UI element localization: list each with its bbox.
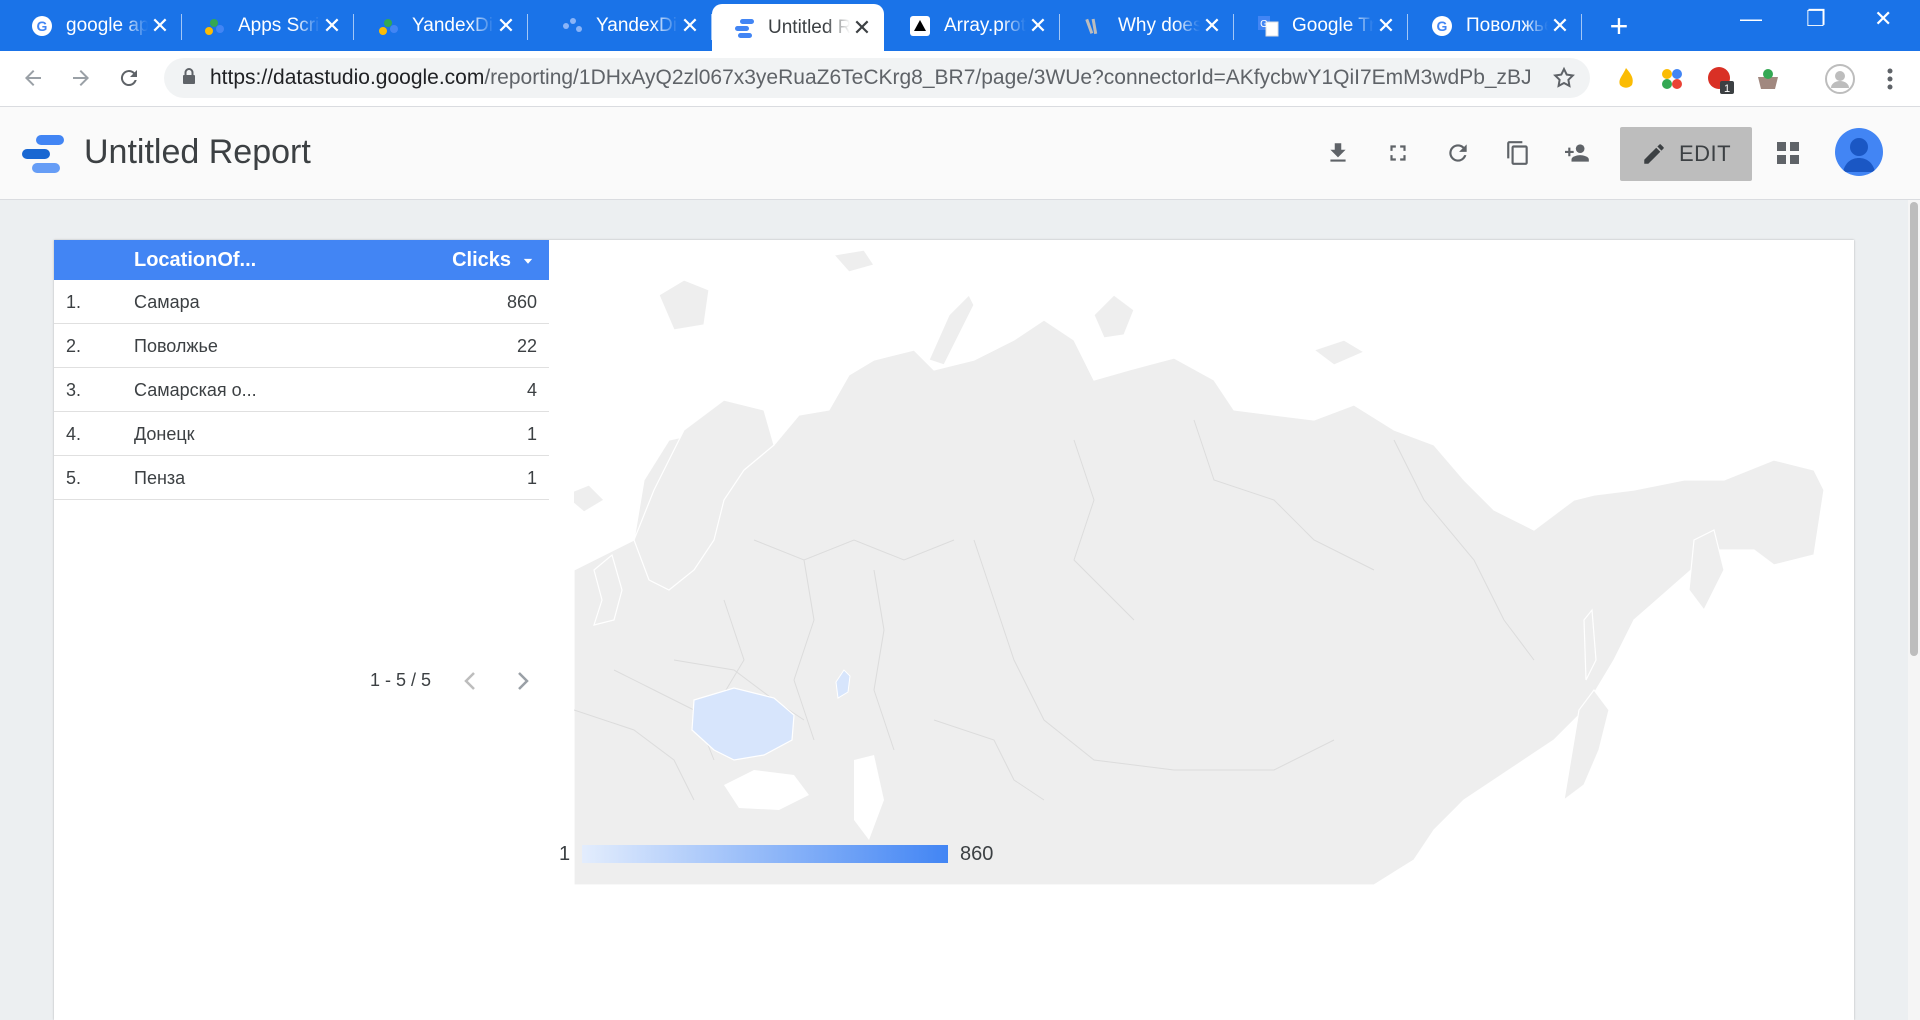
- share-person-add-icon[interactable]: [1562, 137, 1594, 169]
- browser-tab-strip: G google ap ✕ Apps Scrip ✕ YandexDir ✕ Y…: [0, 0, 1920, 51]
- close-tab-icon[interactable]: ✕: [850, 15, 874, 41]
- svg-text:G: G: [1260, 19, 1268, 30]
- extension-badge: 1: [1724, 83, 1730, 95]
- google-icon: G: [30, 14, 54, 38]
- browser-tab[interactable]: YandexDir ✕: [356, 4, 528, 48]
- table-row: 5. Пенза 1: [54, 456, 549, 500]
- table-row: 4. Донецк 1: [54, 412, 549, 456]
- fullscreen-icon[interactable]: [1382, 137, 1414, 169]
- map-region-iceland: [574, 484, 605, 513]
- google-translate-icon: G: [1256, 14, 1280, 38]
- restore-icon[interactable]: ❐: [1806, 6, 1826, 32]
- browser-tab[interactable]: Apps Scrip ✕: [182, 4, 354, 48]
- close-tab-icon[interactable]: ✕: [678, 13, 702, 39]
- browser-tab[interactable]: G google ap ✕: [10, 4, 182, 48]
- google-icon: G: [1430, 14, 1454, 38]
- data-studio-logo-icon[interactable]: [20, 133, 66, 180]
- data-table[interactable]: LocationOf... Clicks 1. Самара 860 2. Повол…: [54, 240, 549, 500]
- user-avatar[interactable]: [1835, 128, 1883, 176]
- browser-tab-active[interactable]: Untitled R ✕: [712, 4, 884, 51]
- copy-icon[interactable]: [1502, 137, 1534, 169]
- prev-page-button[interactable]: [457, 668, 483, 694]
- table-header: LocationOf... Clicks: [54, 240, 549, 280]
- browser-tab[interactable]: YandexDir ✕: [540, 4, 712, 48]
- apps-script-icon: [202, 14, 226, 38]
- address-bar[interactable]: https://datastudio.google.com/reporting/…: [164, 58, 1590, 98]
- map-color-legend: [582, 845, 948, 863]
- sort-desc-icon: [523, 258, 533, 264]
- browser-tab[interactable]: Array.prot ✕: [888, 4, 1060, 48]
- svg-text:G: G: [1437, 18, 1448, 34]
- close-tab-icon[interactable]: ✕: [320, 13, 344, 39]
- adblock-extension-icon[interactable]: 1: [1706, 65, 1734, 95]
- forward-button[interactable]: [64, 61, 98, 95]
- apps-script-icon: [376, 14, 400, 38]
- map-region-new-siberian-islands: [1312, 339, 1366, 366]
- browser-tab[interactable]: G Google Tr ✕: [1236, 4, 1408, 48]
- arrow-right-icon: [73, 70, 89, 86]
- next-page-button[interactable]: [510, 668, 536, 694]
- legend-max-label: 860: [960, 843, 994, 865]
- pagination-label: 1 - 5 / 5: [370, 670, 432, 690]
- report-title[interactable]: Untitled Report: [84, 133, 311, 172]
- table-row: 3. Самарская о... 4: [54, 368, 549, 412]
- edit-button[interactable]: EDIT: [1620, 127, 1752, 181]
- close-tab-icon[interactable]: ✕: [1026, 13, 1050, 39]
- legend-min-label: 1: [559, 843, 571, 865]
- column-header-location[interactable]: LocationOf...: [134, 249, 256, 272]
- new-tab-button[interactable]: +: [1604, 8, 1634, 45]
- scrollbar-thumb[interactable]: [1910, 202, 1918, 656]
- data-studio-icon: [732, 16, 756, 40]
- close-window-icon[interactable]: ✕: [1874, 6, 1892, 32]
- bookmark-star-icon[interactable]: [1552, 66, 1576, 95]
- fire-extension-icon[interactable]: [1612, 65, 1640, 93]
- map-region-novaya-zemlya: [928, 293, 975, 366]
- close-tab-icon[interactable]: ✕: [494, 13, 518, 39]
- lock-icon: [182, 67, 196, 90]
- browser-toolbar: https://datastudio.google.com/reporting/…: [0, 51, 1920, 107]
- column-header-clicks[interactable]: Clicks: [452, 249, 535, 272]
- download-icon[interactable]: [1322, 137, 1354, 169]
- map-region-severnaya-zemlya: [1093, 294, 1135, 339]
- geo-map[interactable]: [574, 240, 1832, 885]
- browser-tab[interactable]: G Поволжье ✕: [1410, 4, 1582, 48]
- reload-icon: [120, 70, 137, 87]
- close-tab-icon[interactable]: ✕: [148, 13, 172, 39]
- more-vert-icon[interactable]: [1876, 65, 1904, 93]
- dots-icon: [560, 14, 584, 38]
- pencil-icon: [1644, 144, 1664, 164]
- report-header: Untitled Report EDIT: [0, 107, 1920, 200]
- back-button[interactable]: [16, 61, 50, 95]
- page-scrollbar[interactable]: [1908, 200, 1920, 1020]
- apps-grid-icon[interactable]: [1772, 137, 1804, 169]
- profile-icon[interactable]: [1824, 63, 1855, 94]
- table-row: 1. Самара 860: [54, 280, 549, 324]
- url-text: https://datastudio.google.com/reporting/…: [210, 66, 1530, 89]
- browser-tab[interactable]: Why does ✕: [1062, 4, 1234, 48]
- close-tab-icon[interactable]: ✕: [1548, 13, 1572, 39]
- report-canvas: LocationOf... Clicks 1. Самара 860 2. Повол…: [54, 240, 1854, 1020]
- svg-text:G: G: [37, 18, 48, 34]
- refresh-icon[interactable]: [1442, 137, 1474, 169]
- chevron-right-icon: [518, 672, 529, 690]
- minimize-icon[interactable]: —: [1740, 6, 1762, 32]
- map-region-franz-josef: [832, 249, 875, 273]
- pinwheel-extension-icon[interactable]: [1658, 65, 1686, 93]
- reload-button[interactable]: [112, 61, 146, 95]
- chevron-left-icon: [464, 672, 475, 690]
- mdn-icon: [908, 14, 932, 38]
- basket-extension-icon[interactable]: [1754, 65, 1782, 93]
- map-region-svalbard: [658, 279, 710, 331]
- close-tab-icon[interactable]: ✕: [1374, 13, 1398, 39]
- close-tab-icon[interactable]: ✕: [1200, 13, 1224, 39]
- table-row: 2. Поволжье 22: [54, 324, 549, 368]
- arrow-left-icon: [25, 70, 41, 86]
- stackoverflow-icon: [1082, 14, 1106, 38]
